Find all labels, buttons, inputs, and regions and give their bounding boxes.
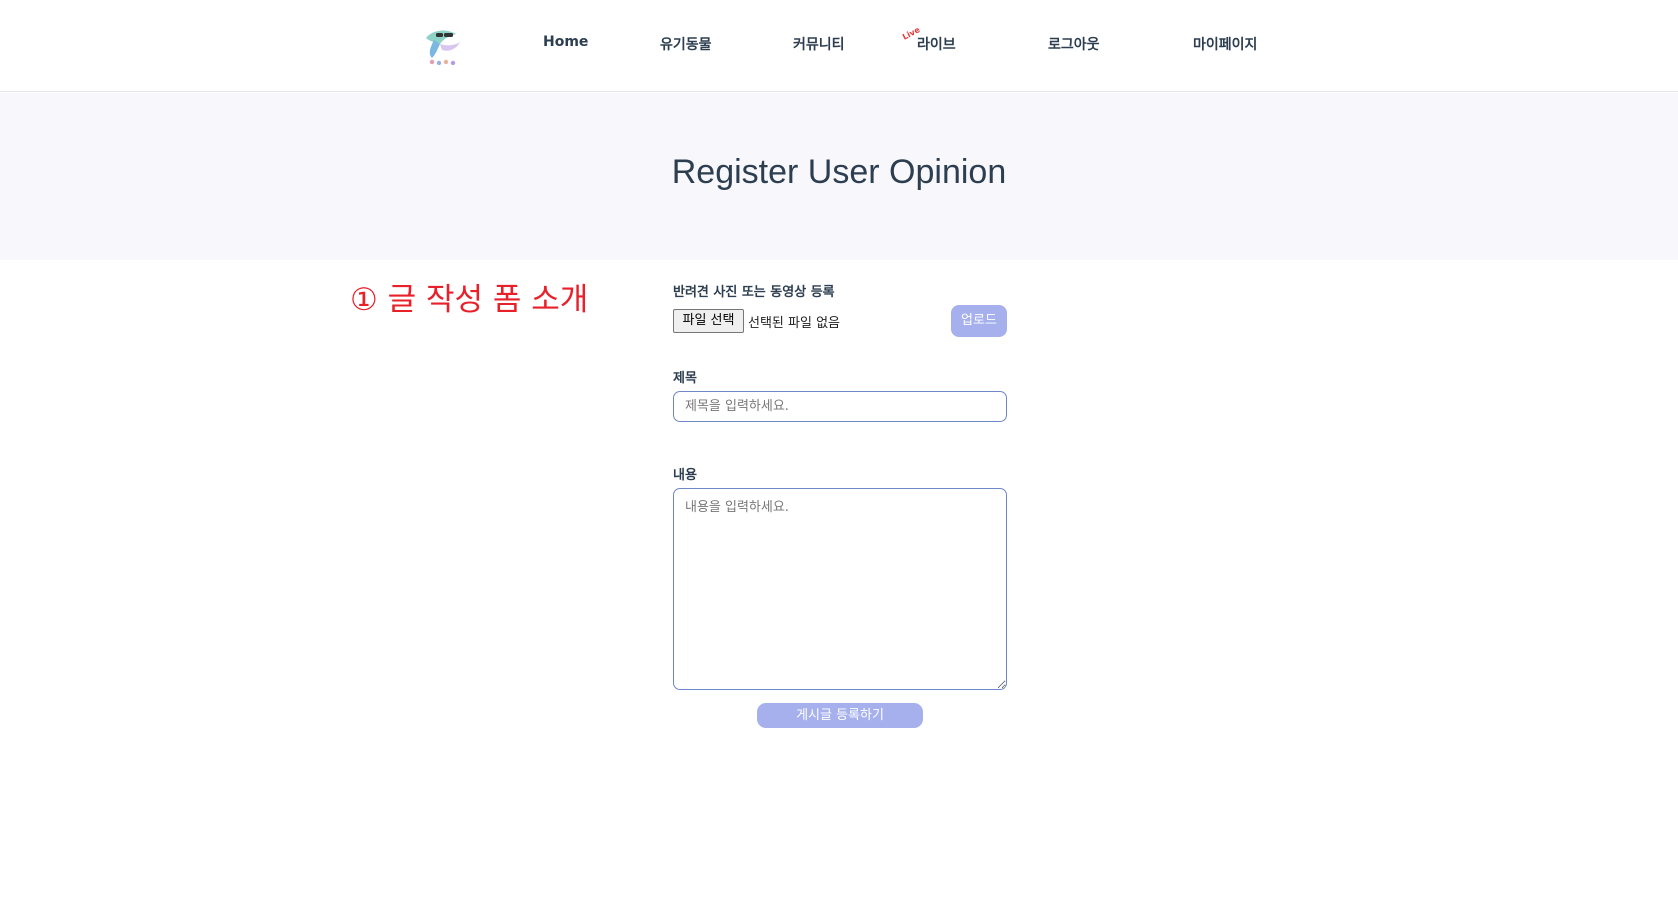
site-logo[interactable] bbox=[420, 24, 464, 68]
nav-mypage[interactable]: 마이페이지 bbox=[1193, 34, 1257, 54]
media-upload-label: 반려견 사진 또는 동영상 등록 bbox=[673, 285, 835, 300]
nav-community[interactable]: 커뮤니티 bbox=[793, 34, 845, 54]
upload-button[interactable]: 업로드 bbox=[951, 305, 1007, 337]
nav-abandoned-animals[interactable]: 유기동물 bbox=[660, 34, 712, 54]
content-label: 내용 bbox=[673, 468, 697, 483]
title-label: 제목 bbox=[673, 371, 697, 386]
file-status-text: 선택된 파일 없음 bbox=[748, 316, 840, 331]
annotation-text: ① 글 작성 폼 소개 bbox=[350, 282, 589, 318]
nav-home[interactable]: Home bbox=[543, 34, 588, 50]
nav-logout[interactable]: 로그아웃 bbox=[1048, 34, 1100, 54]
page-header: Register User Opinion bbox=[0, 93, 1678, 260]
nav-live[interactable]: 라이브 bbox=[917, 34, 956, 54]
file-select-button[interactable]: 파일 선택 bbox=[673, 309, 744, 333]
title-input[interactable] bbox=[673, 391, 1007, 422]
page-title: Register User Opinion bbox=[671, 153, 1007, 191]
top-navigation: Home 유기동물 커뮤니티 Live 라이브 로그아웃 마이페이지 bbox=[0, 0, 1678, 92]
submit-post-button[interactable]: 게시글 등록하기 bbox=[757, 703, 923, 728]
content-textarea[interactable] bbox=[673, 488, 1007, 690]
